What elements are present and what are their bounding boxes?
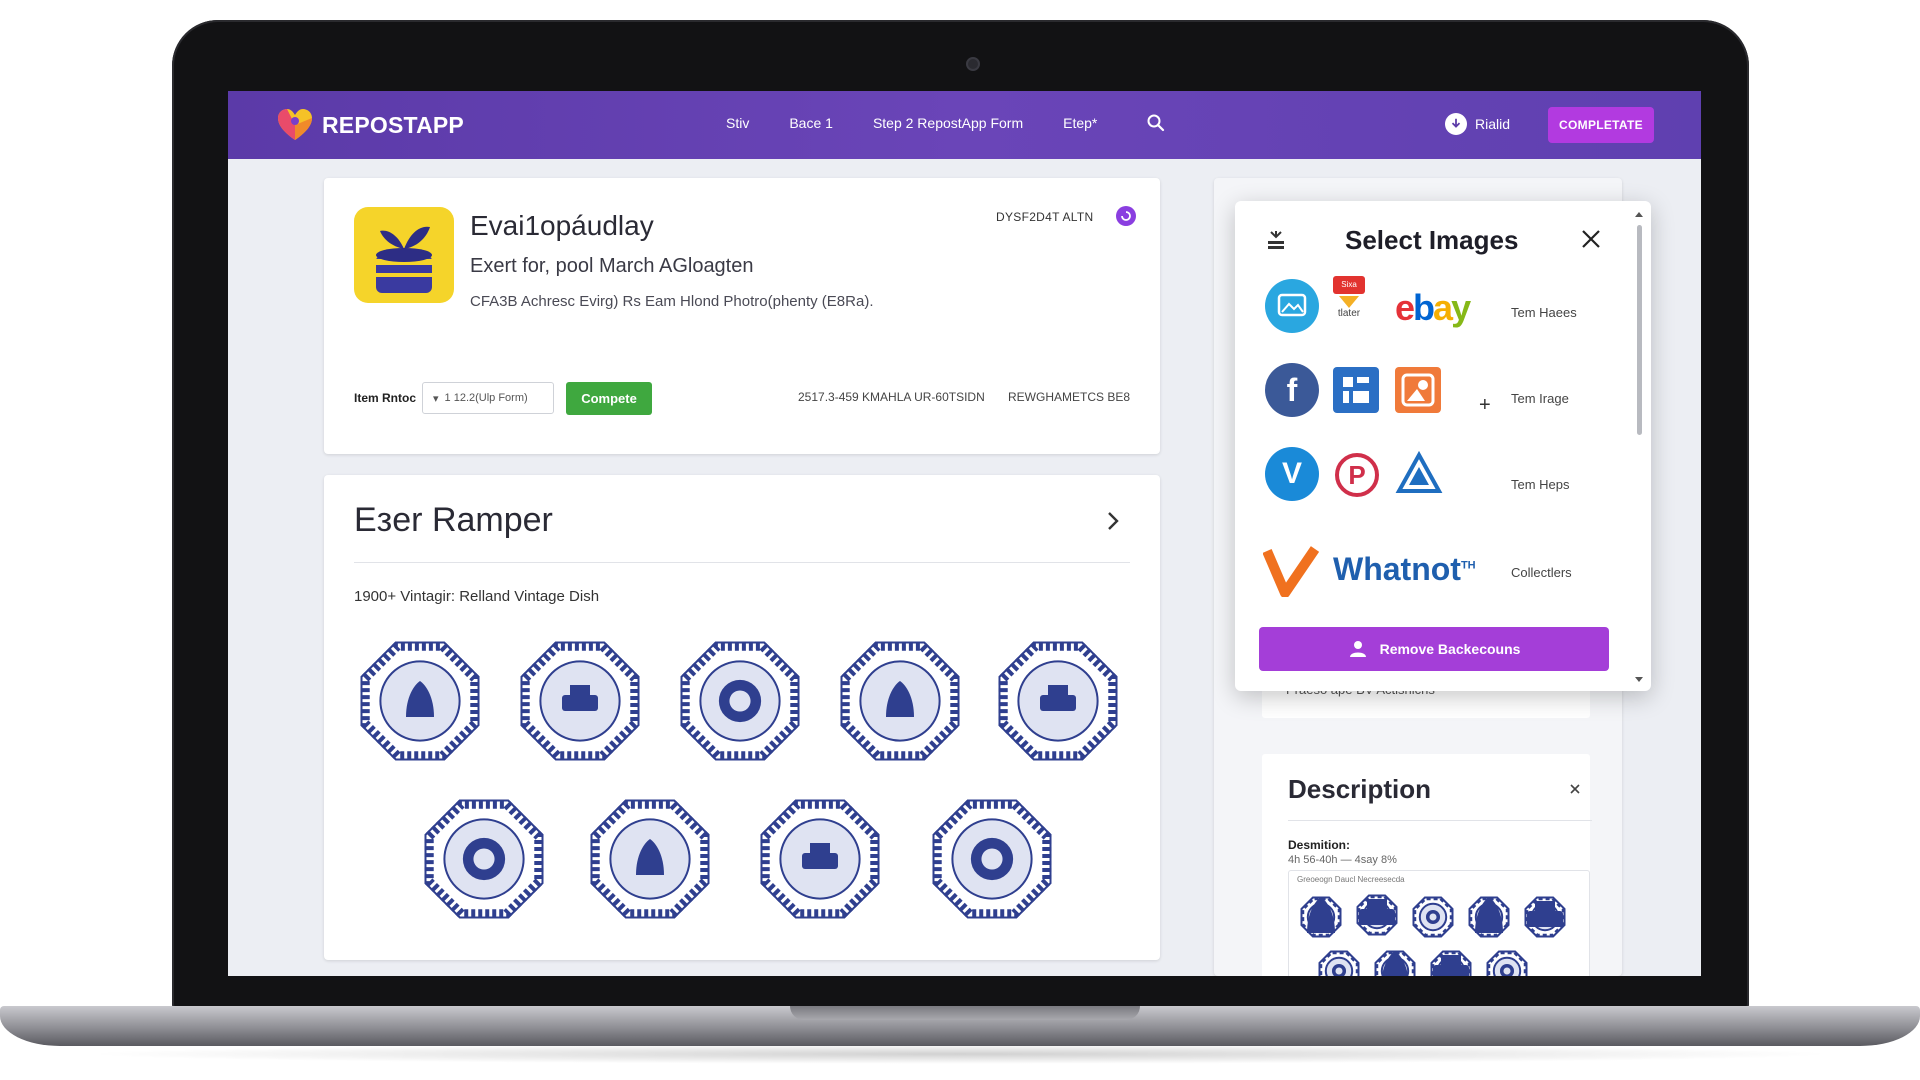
facebook-icon[interactable]: f: [1265, 363, 1319, 417]
ebay-logo-icon[interactable]: ebay: [1395, 287, 1471, 329]
item-app-icon: [354, 207, 454, 303]
laptop-shadow: [80, 1044, 1840, 1064]
status-dot-icon: [1116, 206, 1136, 226]
thumbnail-plate[interactable]: [1523, 895, 1567, 944]
item-select[interactable]: ▾ 1 12.2(Ulp Form): [422, 382, 554, 414]
remove-background-button[interactable]: Remove Backecouns: [1259, 627, 1609, 671]
plate-image[interactable]: [674, 635, 806, 767]
share-app-icon[interactable]: [1395, 367, 1441, 413]
grid-app-icon[interactable]: [1333, 367, 1379, 413]
thumbnail-plate[interactable]: [1299, 895, 1343, 944]
thumbnail-plate[interactable]: [1411, 895, 1455, 944]
row-label-2: Tem Irage: [1511, 391, 1569, 406]
brand[interactable]: REPOSTAPP: [276, 107, 464, 143]
item-subtitle: Exert for, pool March AGloagten: [470, 255, 754, 277]
scrollbar-thumb[interactable]: [1637, 225, 1642, 435]
gallery-divider: [354, 562, 1130, 563]
thumbnail-plate[interactable]: [1355, 893, 1399, 942]
scroll-up-icon[interactable]: [1633, 209, 1645, 219]
vimeo-icon[interactable]: V: [1265, 447, 1319, 501]
camera-icon: [966, 57, 980, 71]
caret-down-icon: ▾: [433, 392, 439, 405]
download-tray-icon: [1268, 231, 1284, 249]
compete-button[interactable]: Compete: [566, 382, 652, 415]
download-icon: [1445, 113, 1467, 135]
plate-image[interactable]: [418, 793, 550, 925]
nav-link-step2[interactable]: Step 2 RepostApp Form: [873, 115, 1023, 131]
nav-links: Stiv Bace 1 Step 2 RepostApp Form Etep*: [726, 115, 1097, 131]
nav-link-bace[interactable]: Bace 1: [789, 115, 833, 131]
gallery-title: Eзer Ramper: [354, 501, 553, 539]
stitcher-app-subtitle: tlater: [1337, 308, 1361, 319]
item-meta: CFA3B Achresc Evirg) Rs Eam Hlond Photro…: [470, 293, 874, 310]
status-label: DYSF2D4T ALTN: [996, 210, 1094, 224]
v-brand-icon[interactable]: [1263, 545, 1319, 597]
gallery-card: Eзer Ramper 1900+ Vintagir: Relland Vint…: [324, 475, 1160, 960]
laptop-notch: [790, 1006, 1140, 1020]
thumbnail-plate[interactable]: [1373, 949, 1417, 976]
item-select-value: 1 12.2(Ulp Form): [444, 392, 528, 404]
thumbnail-plate[interactable]: [1467, 895, 1511, 944]
pinterest-icon[interactable]: P: [1335, 453, 1379, 497]
description-divider: [1288, 820, 1592, 821]
plus-icon[interactable]: +: [1479, 394, 1491, 417]
user-label: Rialid: [1475, 116, 1511, 132]
thumbnail-plate[interactable]: [1485, 949, 1529, 976]
plate-image[interactable]: [992, 635, 1124, 767]
close-icon[interactable]: [1568, 782, 1582, 796]
mountain-app-icon[interactable]: [1395, 451, 1443, 495]
description-title: Description: [1288, 774, 1432, 804]
nav-link-etep[interactable]: Etep*: [1063, 115, 1097, 131]
description-value: 4h 56-40h — 4say 8%: [1288, 854, 1397, 866]
nav-link-stiv[interactable]: Stiv: [726, 115, 749, 131]
remove-background-label: Remove Backecouns: [1379, 641, 1521, 657]
modal-title: Select Images: [1345, 225, 1519, 255]
whatnot-logo-sup: TH: [1460, 559, 1476, 572]
photo-app-icon[interactable]: [1265, 279, 1319, 333]
row-label-1: Tem Haees: [1511, 305, 1577, 320]
plate-image[interactable]: [834, 635, 966, 767]
brand-name: REPOSTAPP: [322, 111, 464, 138]
plate-image[interactable]: [754, 793, 886, 925]
item-title: Evai1opáudlay: [470, 210, 654, 241]
plate-image[interactable]: [354, 635, 486, 767]
complete-button[interactable]: COMPLETATE: [1548, 107, 1654, 143]
row-label-4: Collectlers: [1511, 565, 1572, 580]
heart-logo-icon: [278, 109, 312, 140]
plate-image[interactable]: [514, 635, 646, 767]
plate-image[interactable]: [584, 793, 716, 925]
whatnot-logo-text: Whatnot: [1333, 551, 1461, 587]
gallery-caption: 1900+ Vintagir: Relland Vintage Dish: [354, 588, 600, 605]
close-icon[interactable]: [1579, 227, 1603, 251]
chevron-right-icon[interactable]: [1102, 507, 1124, 535]
scroll-down-icon[interactable]: [1633, 675, 1645, 685]
select-images-modal: Select Images Sixa tlater ebay Tem Haees…: [1235, 201, 1651, 691]
plate-image[interactable]: [926, 793, 1058, 925]
stitcher-app-icon[interactable]: Sixa tlater: [1327, 276, 1371, 328]
description-label: Desmition:: [1288, 838, 1351, 852]
row-label-3: Tem Heps: [1511, 477, 1570, 492]
item-row-label: Item Rntoc: [354, 391, 417, 405]
search-icon[interactable]: [1146, 113, 1166, 133]
thumbnail-caption: Greoeogn Daucl Necreesecda: [1297, 875, 1405, 884]
item-code-secondary: REWGHAMETCS BE8: [1008, 390, 1131, 404]
item-code: 2517.3-459 KMAHLA UR-60TSIDN: [798, 390, 985, 404]
thumbnail-plate[interactable]: [1429, 949, 1473, 976]
stitcher-app-badge: Sixa: [1333, 276, 1365, 294]
whatnot-logo-icon[interactable]: WhatnotTH: [1333, 551, 1476, 588]
thumbnail-plate[interactable]: [1317, 949, 1361, 976]
top-navbar: REPOSTAPP Stiv Bace 1 Step 2 RepostApp F…: [228, 91, 1701, 159]
user-menu[interactable]: Rialid: [1445, 113, 1510, 135]
item-card: Evai1opáudlay Exert for, pool March AGlo…: [324, 178, 1160, 454]
description-thumbnails: Greoeogn Daucl Necreesecda: [1288, 870, 1590, 976]
person-icon: [1349, 641, 1366, 657]
